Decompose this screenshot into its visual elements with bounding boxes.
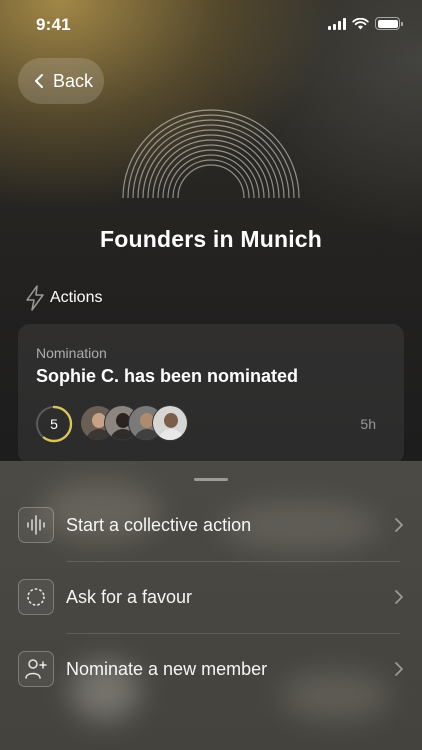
status-time: 9:41 bbox=[36, 15, 71, 34]
start-collective-action-item[interactable]: Start a collective action bbox=[0, 489, 422, 561]
card-title: Sophie C. has been nominated bbox=[36, 366, 299, 386]
sheet-item-label: Nominate a new member bbox=[66, 659, 268, 679]
actions-header: Actions bbox=[24, 285, 102, 311]
nomination-card[interactable]: Nomination Sophie C. has been nominated … bbox=[18, 324, 404, 464]
card-time: 5h bbox=[360, 416, 376, 432]
sheet-item-label: Ask for a favour bbox=[66, 587, 193, 607]
chevron-right-icon bbox=[395, 518, 403, 532]
waveform-icon bbox=[18, 507, 54, 543]
sheet-item-label: Start a collective action bbox=[66, 515, 252, 535]
back-label: Back bbox=[53, 70, 94, 91]
wifi-icon bbox=[352, 17, 369, 29]
card-type-label: Nomination bbox=[36, 345, 107, 361]
chevron-right-icon bbox=[395, 590, 403, 604]
chevron-left-icon bbox=[35, 74, 43, 88]
status-icons bbox=[328, 17, 403, 30]
sheet-handle[interactable] bbox=[194, 478, 228, 481]
vote-count: 5 bbox=[50, 416, 58, 432]
action-sheet: Start a collective action Ask for a favo… bbox=[0, 461, 422, 750]
signal-icon bbox=[328, 17, 346, 30]
nominate-member-item[interactable]: Nominate a new member bbox=[0, 633, 422, 705]
chevron-right-icon bbox=[395, 662, 403, 676]
add-person-icon bbox=[18, 651, 54, 687]
group-logo-icon bbox=[122, 109, 300, 199]
avatar bbox=[152, 405, 188, 441]
avatar-stack bbox=[80, 405, 190, 443]
lightning-icon bbox=[26, 285, 44, 311]
back-button[interactable]: Back bbox=[18, 58, 104, 104]
dotted-circle-icon bbox=[18, 579, 54, 615]
battery-icon bbox=[375, 17, 403, 30]
status-bar: 9:41 bbox=[0, 0, 422, 50]
ask-favour-item[interactable]: Ask for a favour bbox=[0, 561, 422, 633]
actions-label: Actions bbox=[50, 289, 103, 306]
group-title: Founders in Munich bbox=[99, 226, 323, 252]
app-screen: 9:41 Back Founders in Munich Actions Nom… bbox=[0, 0, 422, 750]
